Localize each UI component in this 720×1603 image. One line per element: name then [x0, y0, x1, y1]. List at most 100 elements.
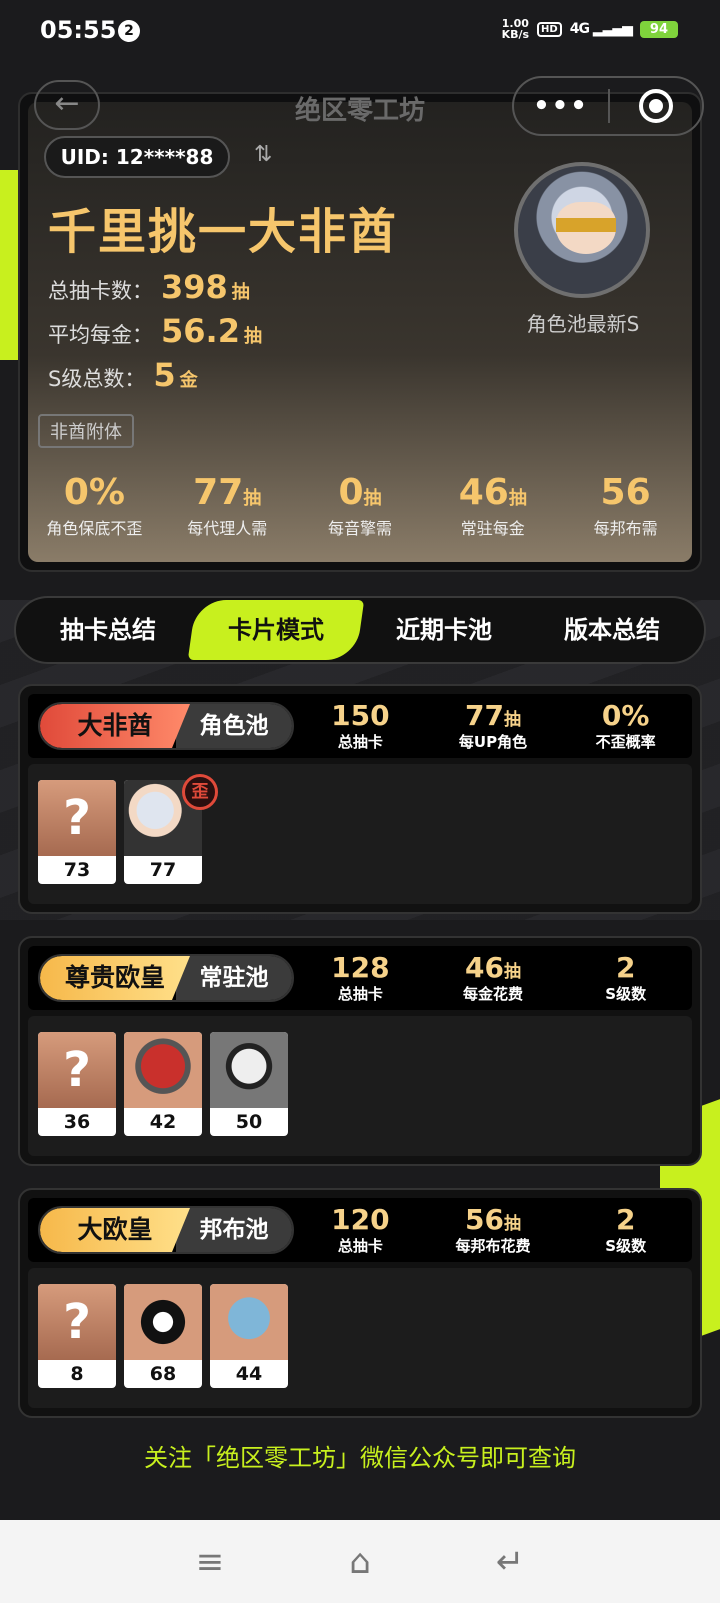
- stat-value: 5: [153, 356, 176, 394]
- status-time: 05:55: [40, 16, 117, 44]
- avatar-visor: [556, 218, 616, 232]
- network-type: 4G: [569, 21, 590, 37]
- kpi-item: 56 每邦布需: [559, 472, 692, 539]
- tab-label: 版本总结: [564, 616, 660, 644]
- pool-stat: 46抽 每金花费: [427, 950, 560, 1004]
- menu-icon[interactable]: ≡: [190, 1542, 230, 1582]
- tab-card-mode[interactable]: 卡片模式: [187, 600, 365, 660]
- pool-stat-label: 总抽卡: [337, 1236, 383, 1255]
- tab-label: 卡片模式: [228, 616, 324, 644]
- profile-card: UID: 12****88 ⇅ 千里挑一大非酋 总抽卡数： 398 抽 平均每金…: [18, 92, 702, 572]
- network-speed-unit: KB/s: [501, 28, 530, 41]
- swap-account-icon[interactable]: ⇅: [254, 142, 272, 167]
- uid-pill[interactable]: UID: 12****88: [44, 136, 230, 178]
- pool-stat-value: 2: [615, 950, 636, 984]
- pull-card-bangboo[interactable]: 68: [124, 1284, 202, 1388]
- stat-avg-per-gold: 平均每金： 56.2 抽: [48, 312, 262, 350]
- pool-stat-value: 2: [615, 1202, 636, 1236]
- pull-card-mystery[interactable]: ? 8: [38, 1284, 116, 1388]
- pool-cards: ? 36 42 50: [28, 1016, 692, 1156]
- pool-card-character: 大非酋 角色池 150 总抽卡 77抽 每UP角色 0% 不歪概率 ? 73 77 歪: [18, 684, 702, 914]
- pool-stat: 2 S级数: [559, 1202, 692, 1256]
- question-mark-icon: ?: [38, 1032, 116, 1108]
- pool-stat-unit: 抽: [503, 1213, 521, 1234]
- kpi-label: 常驻每金: [460, 519, 525, 538]
- kpi-value: 0: [338, 472, 364, 513]
- pool-badge: 大非酋 角色池: [38, 702, 294, 750]
- kpi-unit: 抽: [243, 488, 262, 509]
- kpi-unit: 抽: [508, 488, 527, 509]
- pool-header: 大非酋 角色池 150 总抽卡 77抽 每UP角色 0% 不歪概率: [28, 694, 692, 758]
- tab-label: 近期卡池: [396, 616, 492, 644]
- pool-stat: 128 总抽卡: [294, 952, 427, 1004]
- tab-version-summary[interactable]: 版本总结: [528, 600, 696, 660]
- network-speed: 1.00 KB/s: [502, 18, 529, 40]
- pool-name: 角色池: [176, 704, 292, 748]
- pool-stats: 150 总抽卡 77抽 每UP角色 0% 不歪概率: [294, 698, 692, 752]
- pull-card-mystery[interactable]: ? 73: [38, 780, 116, 884]
- pull-card-mystery[interactable]: ? 36: [38, 1032, 116, 1136]
- stat-label: 总抽卡数：: [48, 279, 153, 303]
- pull-card-agent[interactable]: 42: [124, 1032, 202, 1136]
- more-button[interactable]: •••: [514, 91, 608, 121]
- bangboo-portrait: [210, 1284, 288, 1360]
- pool-stat: 150 总抽卡: [294, 698, 427, 752]
- pool-rank: 大欧皇: [40, 1208, 190, 1252]
- agent-portrait: [124, 1032, 202, 1108]
- pool-badge: 大欧皇 邦布池: [38, 1206, 294, 1254]
- capsule-menu: •••: [512, 76, 704, 136]
- stat-unit: 抽: [243, 326, 262, 347]
- system-nav-bar: ≡ ⌂ ↵: [0, 1520, 720, 1603]
- pool-stat: 2 S级数: [559, 950, 692, 1004]
- pull-card-agent[interactable]: 50: [210, 1032, 288, 1136]
- pool-cards: ? 73 77 歪: [28, 764, 692, 904]
- pool-stat-value: 120: [331, 1202, 390, 1236]
- close-button[interactable]: [610, 89, 702, 123]
- pool-stat-label: S级数: [605, 1236, 647, 1255]
- bangboo-portrait: [124, 1284, 202, 1360]
- stat-total-pulls: 总抽卡数： 398 抽: [48, 268, 250, 306]
- pool-stat-label: 每邦布花费: [455, 1236, 531, 1255]
- stat-s-rank-total: S级总数： 5 金: [48, 356, 198, 394]
- pool-card-bangboo: 大欧皇 邦布池 120 总抽卡 56抽每邦布花费 2 S级数 ? 8 68 44: [18, 1188, 702, 1418]
- question-mark-icon: ?: [38, 1284, 116, 1360]
- stat-value: 56.2: [161, 312, 240, 350]
- close-target-dot: [648, 99, 663, 113]
- tab-label: 抽卡总结: [60, 616, 156, 644]
- off-banner-badge: 歪: [182, 774, 218, 810]
- pool-stat-unit: 抽: [503, 709, 521, 730]
- stat-label: S级总数：: [48, 367, 146, 391]
- pool-stat-value: 150: [331, 698, 390, 732]
- kpi-label: 每代理人需: [187, 519, 268, 538]
- tab-recent-pools[interactable]: 近期卡池: [360, 600, 528, 660]
- kpi-item: 46抽 常驻每金: [426, 472, 559, 539]
- question-mark-icon: ?: [38, 780, 116, 856]
- kpi-value: 77: [193, 472, 244, 513]
- kpi-value: 0%: [63, 472, 125, 513]
- pool-header: 大欧皇 邦布池 120 总抽卡 56抽每邦布花费 2 S级数: [28, 1198, 692, 1262]
- kpi-value: 46: [458, 472, 509, 513]
- kpi-value: 56: [600, 472, 651, 513]
- pool-stat: 77抽 每UP角色: [427, 700, 560, 752]
- stat-unit: 金: [179, 370, 198, 391]
- back-nav-icon[interactable]: ↵: [490, 1542, 530, 1582]
- mode-tabs: 抽卡总结 卡片模式 近期卡池 版本总结: [14, 596, 706, 664]
- pull-count: 42: [149, 1111, 177, 1133]
- pool-stat-value: 46: [465, 950, 504, 984]
- pull-count: 50: [235, 1111, 263, 1133]
- status-indicators: 1.00 KB/s HD 4G ▂▃▄▅ 94: [502, 18, 678, 40]
- kpi-unit: 抽: [363, 488, 382, 509]
- avatar-label: 角色池最新S: [526, 312, 640, 336]
- pool-stat-value: 56: [465, 1202, 504, 1236]
- home-icon[interactable]: ⌂: [340, 1542, 380, 1582]
- pool-stats: 128 总抽卡 46抽 每金花费 2 S级数: [294, 950, 692, 1004]
- pool-stat-label: 每UP角色: [458, 732, 528, 751]
- pull-card-bangboo[interactable]: 44: [210, 1284, 288, 1388]
- kpi-item: 77抽 每代理人需: [161, 472, 294, 539]
- pool-rank: 尊贵欧皇: [40, 956, 190, 1000]
- tab-summary[interactable]: 抽卡总结: [24, 600, 192, 660]
- close-target-icon: [638, 89, 673, 123]
- pool-name: 常驻池: [176, 956, 292, 1000]
- kpi-item: 0抽 每音擎需: [294, 472, 427, 539]
- kpi-row: 0% 角色保底不歪 77抽 每代理人需 0抽 每音擎需 46抽 常驻每金 56 …: [28, 472, 692, 539]
